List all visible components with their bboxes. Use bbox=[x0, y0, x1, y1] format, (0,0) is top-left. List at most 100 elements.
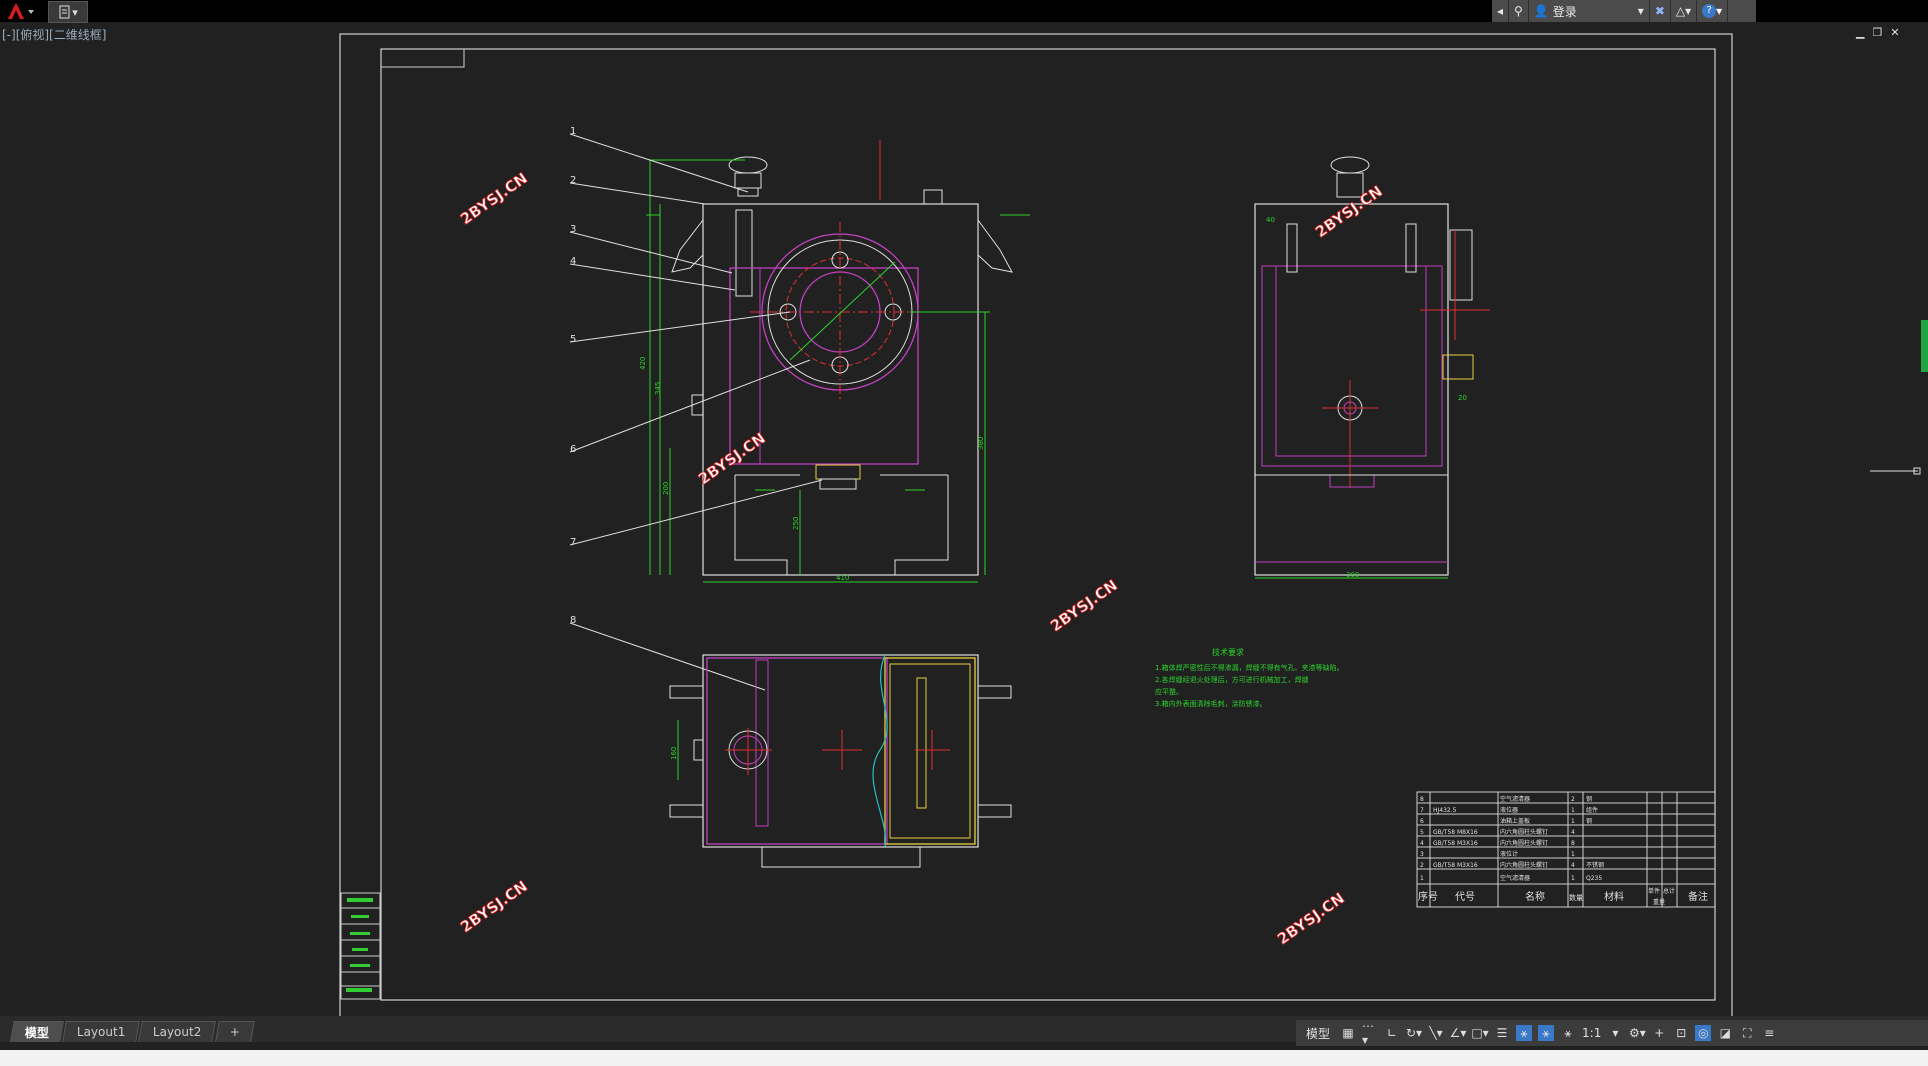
osnap-icon[interactable]: ∠▾ bbox=[1450, 1025, 1467, 1041]
workspace-gear-icon[interactable]: ⚙▾ bbox=[1629, 1025, 1646, 1041]
isodraft-icon[interactable]: ╲▾ bbox=[1428, 1025, 1444, 1041]
dim-height-text: 420 bbox=[639, 357, 647, 370]
bom-header-unit: 单件 bbox=[1648, 887, 1660, 895]
bom-cell: GB/T58 M8X16 bbox=[1433, 829, 1478, 836]
dim-right-text: 380 bbox=[977, 437, 985, 450]
infocenter-bar: ◂ ⚲ 👤 登录 ▾ ✖ △▾ ? ▾ bbox=[1492, 0, 1756, 22]
tech-line-1: 1.箱体焊严密性后不得渗漏，焊缝不得有气孔、夹渣等缺陷。 bbox=[1155, 663, 1344, 672]
help-icon[interactable]: ? ▾ bbox=[1697, 0, 1729, 22]
tab-layout2-label: Layout2 bbox=[153, 1025, 202, 1039]
bom-cell: 4 bbox=[1571, 862, 1575, 869]
quick-access-dropdown: ▾ bbox=[72, 5, 78, 19]
dim-side-small: 20 bbox=[1458, 394, 1467, 402]
bom-header-name: 名称 bbox=[1525, 890, 1545, 903]
bom-cell: HJ432.5 bbox=[1433, 807, 1457, 814]
watermark-3: 2BYSJ.CN bbox=[695, 429, 769, 488]
bom-header-seq: 序号 bbox=[1418, 890, 1438, 903]
customize-icon[interactable]: ≡ bbox=[1761, 1025, 1777, 1041]
bom-cell: 内六角圆柱头螺钉 bbox=[1500, 839, 1548, 847]
hardware-acceleration-icon[interactable]: ◪ bbox=[1717, 1025, 1733, 1041]
tab-layout2[interactable]: Layout2 bbox=[138, 1021, 217, 1042]
bom-cell: 组件 bbox=[1586, 806, 1598, 814]
tech-line-4: 3.箱内外表面清除毛刺，涂防锈漆。 bbox=[1155, 699, 1267, 708]
balloon-1: 1 bbox=[570, 126, 576, 137]
dim-inner-text: 345 bbox=[654, 382, 662, 395]
exchange-icon[interactable]: ✖ bbox=[1650, 0, 1671, 22]
bom-cell: 1 bbox=[1571, 818, 1575, 825]
dim-width-text: 410 bbox=[836, 574, 849, 582]
side-stamp bbox=[340, 892, 381, 1000]
snap-icon[interactable]: ⋯▾ bbox=[1362, 1019, 1378, 1047]
bom-header-weight: 重量 bbox=[1653, 898, 1665, 906]
polar-icon[interactable]: ↻▾ bbox=[1406, 1025, 1422, 1041]
binoculars-icon[interactable]: ⚲ bbox=[1509, 0, 1529, 22]
autocad-logo-icon bbox=[8, 3, 34, 19]
balloon-4: 4 bbox=[570, 256, 576, 267]
scroll-left-icon[interactable]: ◂ bbox=[1492, 0, 1510, 22]
grid-icon[interactable]: ▦ bbox=[1340, 1025, 1356, 1041]
bom-cell: 空气滤清器 bbox=[1500, 795, 1530, 803]
infer-icon[interactable]: ∟ bbox=[1384, 1025, 1400, 1041]
bom-cell: Q235 bbox=[1586, 875, 1602, 882]
plus-icon[interactable]: + bbox=[1651, 1025, 1667, 1041]
dim-lower-text: 200 bbox=[662, 482, 670, 495]
tab-model-label: 模型 bbox=[24, 1025, 49, 1040]
bom-cell: 2 bbox=[1571, 796, 1575, 803]
object-snap-icon[interactable]: □▾ bbox=[1471, 1025, 1488, 1041]
balloon-leaders bbox=[569, 133, 823, 691]
command-line-area[interactable] bbox=[0, 1050, 1928, 1066]
bom-header-material: 材料 bbox=[1604, 890, 1624, 903]
clean-screen-icon[interactable]: ⛶ bbox=[1739, 1025, 1755, 1041]
bom-cell: 1 bbox=[1571, 851, 1575, 858]
tab-layout1-label: Layout1 bbox=[76, 1025, 126, 1039]
bom-cell: 液位计 bbox=[1500, 850, 1518, 858]
chevron-down-icon[interactable]: ▾ bbox=[1607, 1025, 1623, 1041]
tab-layout1[interactable]: Layout1 bbox=[62, 1021, 141, 1042]
annotation-scale-icon[interactable]: ⚹ bbox=[1560, 1025, 1576, 1041]
sign-in-button[interactable]: 👤 登录 ▾ bbox=[1529, 0, 1650, 22]
tech-line-3: 应平整。 bbox=[1155, 687, 1183, 696]
tech-title: 技术要求 bbox=[1212, 647, 1244, 657]
app-menu-button[interactable] bbox=[0, 0, 40, 22]
add-layout-button[interactable]: + bbox=[215, 1021, 255, 1042]
watermark-6: 2BYSJ.CN bbox=[1274, 889, 1348, 948]
watermark-5: 2BYSJ.CN bbox=[457, 877, 531, 936]
bom-cell: 8 bbox=[1571, 840, 1575, 847]
balloon-8: 8 bbox=[570, 615, 576, 626]
top-view: 160 bbox=[669, 654, 1012, 868]
balloon-7: 7 bbox=[570, 537, 576, 548]
bom-header-remark: 备注 bbox=[1688, 890, 1708, 903]
status-bar: 模型 ▦ ⋯▾ ∟ ↻▾ ╲▾ ∠▾ □▾ ☰ ⚹ ⚹ ⚹ 1:1 ▾ ⚙▾ +… bbox=[1296, 1019, 1928, 1047]
bom-cell: 1 bbox=[1571, 875, 1575, 882]
bom-cell: 液位器 bbox=[1500, 806, 1518, 814]
a360-icon[interactable]: △▾ bbox=[1671, 0, 1698, 22]
model-space-button[interactable]: 模型 bbox=[1302, 1025, 1334, 1042]
viewcube-edge[interactable] bbox=[1921, 320, 1928, 372]
dim-top-height: 160 bbox=[670, 747, 678, 760]
bom-cell: 8 bbox=[1420, 796, 1424, 803]
annotation-autoscale-icon[interactable]: ⚹ bbox=[1538, 1025, 1555, 1041]
bom-cell: 钢 bbox=[1586, 817, 1592, 825]
bom-cell: 3 bbox=[1420, 851, 1424, 858]
dim-side-width: 300 bbox=[1346, 571, 1359, 579]
balloon-5: 5 bbox=[570, 334, 576, 345]
title-bar: ▾ ◂ ⚲ 👤 登录 ▾ ✖ △▾ ? ▾ bbox=[0, 0, 1928, 23]
chevron-down-icon: ▾ bbox=[1637, 4, 1644, 18]
bom-cell: 内六角圆柱头螺钉 bbox=[1500, 861, 1548, 869]
tab-model[interactable]: 模型 bbox=[10, 1021, 64, 1042]
dim-side-offset: 40 bbox=[1266, 216, 1275, 224]
lineweight-icon[interactable]: ☰ bbox=[1494, 1025, 1510, 1041]
watermark-1: 2BYSJ.CN bbox=[457, 169, 531, 228]
quick-access-button[interactable]: ▾ bbox=[48, 1, 88, 23]
units-icon[interactable]: ⊡ bbox=[1673, 1025, 1689, 1041]
bom-cell: 内六角圆柱头螺钉 bbox=[1500, 828, 1548, 836]
bom-cell: 钢 bbox=[1586, 795, 1592, 803]
corner-box bbox=[380, 48, 465, 68]
annotation-visibility-icon[interactable]: ⚹ bbox=[1516, 1025, 1533, 1041]
isolate-icon[interactable]: ◎ bbox=[1695, 1025, 1712, 1041]
bom-cell: 1 bbox=[1420, 875, 1424, 882]
watermark-2: 2BYSJ.CN bbox=[1312, 182, 1386, 241]
annotation-scale-value[interactable]: 1:1 bbox=[1582, 1026, 1601, 1040]
drawing-canvas[interactable]: 420 345 200 250 380 410 1 2 3 4 5 6 7 8 bbox=[0, 22, 1928, 1016]
bom-cell: GB/T58 M3X16 bbox=[1433, 840, 1478, 847]
